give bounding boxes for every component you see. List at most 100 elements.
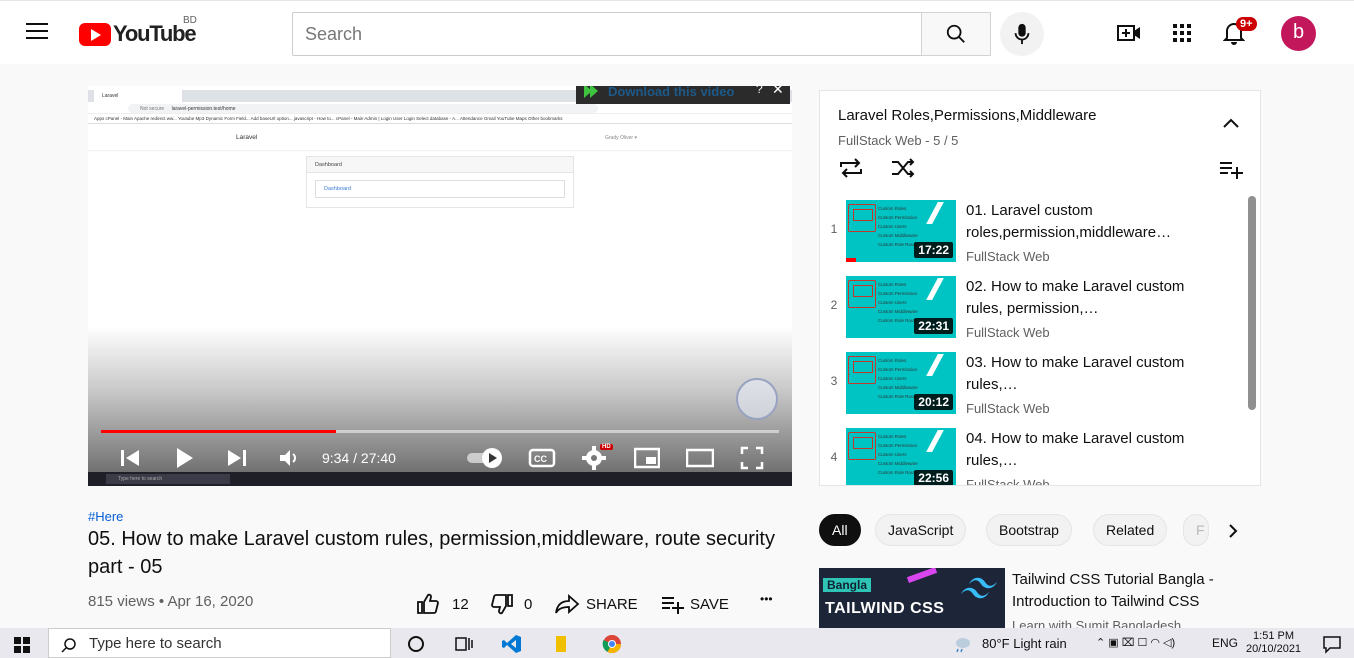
recorded-taskbar: Type here to search: [88, 472, 792, 486]
playlist-item-thumbnail[interactable]: Custom Roles Custom Permission Custom User…: [846, 276, 956, 338]
weather-rain-icon[interactable]: [952, 634, 972, 654]
filter-chip[interactable]: Related: [1093, 514, 1168, 546]
chrome-icon[interactable]: [602, 634, 622, 654]
weather-text[interactable]: 80°F Light rain: [982, 636, 1067, 651]
playlist-item[interactable]: 4 Custom Roles Custom Permission Custom Us…: [820, 420, 1248, 485]
video-title: 05. How to make Laravel custom rules, pe…: [88, 528, 775, 578]
playlist-panel: Laravel Roles,Permissions,Middleware Ful…: [819, 90, 1261, 486]
playlist-item-watched-bar: [846, 258, 856, 262]
voice-search-button[interactable]: [1000, 12, 1044, 56]
youtube-logo[interactable]: YouTube: [79, 21, 197, 47]
windows-start-icon[interactable]: [14, 637, 30, 653]
taskbar-search-box[interactable]: Type here to search: [48, 628, 391, 658]
avatar[interactable]: b: [1281, 16, 1316, 51]
next-icon[interactable]: [225, 446, 249, 470]
vscode-icon[interactable]: [502, 634, 522, 654]
like-count: 12: [452, 595, 469, 613]
video-player[interactable]: Laravel Not secure laravel-permission.te…: [88, 86, 792, 486]
shuffle-icon[interactable]: [890, 157, 916, 179]
youtube-play-icon: [79, 22, 111, 46]
playlist-save-icon[interactable]: [1218, 159, 1244, 179]
playlist-item-index: 3: [830, 374, 838, 388]
thumb-line: Custom Users: [878, 376, 907, 381]
miniplayer-icon[interactable]: [634, 446, 660, 470]
dislike-button[interactable]: 0: [490, 592, 532, 616]
thumb-line: Custom Role Route: [878, 470, 918, 475]
thumb-line: Custom Middleware: [878, 461, 918, 466]
playlist-item-title[interactable]: 01. Laravel custom roles,permission,midd…: [966, 200, 1196, 244]
thumb-line: Custom Permission: [878, 367, 918, 372]
captions-icon[interactable]: CC: [528, 446, 556, 470]
filter-chip[interactable]: Bootstrap: [986, 514, 1072, 546]
file-explorer-icon[interactable]: [552, 634, 572, 654]
playlist-item[interactable]: 1 Custom Roles Custom Permission Custom Us…: [820, 192, 1248, 268]
notification-center-icon[interactable]: [1322, 634, 1342, 654]
chips-next-chevron-icon[interactable]: [1226, 522, 1240, 540]
language-indicator[interactable]: ENG: [1212, 636, 1238, 650]
playlist-item-thumbnail[interactable]: Custom Roles Custom Permission Custom User…: [846, 200, 956, 262]
filter-chip[interactable]: JavaScript: [875, 514, 967, 546]
apps-grid-icon[interactable]: [1168, 19, 1196, 47]
clock-date: 20/10/2021: [1246, 643, 1302, 655]
download-help-button[interactable]: ?: [756, 86, 763, 96]
download-close-icon[interactable]: ✕: [772, 86, 784, 98]
playlist-item-title[interactable]: 02. How to make Laravel custom rules, pe…: [966, 276, 1196, 320]
playlist-item[interactable]: 3 Custom Roles Custom Permission Custom Us…: [820, 344, 1248, 420]
download-video-bar[interactable]: Download this video ? ✕: [576, 86, 790, 104]
recorded-app-brand: Laravel: [236, 134, 258, 141]
save-label: SAVE: [690, 595, 729, 613]
search-button[interactable]: [921, 12, 991, 56]
taskbar-clock[interactable]: 1:51 PM 20/10/2021: [1246, 630, 1301, 656]
search-input[interactable]: Search: [292, 12, 922, 56]
volume-icon[interactable]: [277, 446, 301, 470]
related-video-title[interactable]: Tailwind CSS Tutorial Bangla - Introduct…: [1012, 569, 1242, 613]
playlist-header: Laravel Roles,Permissions,Middleware Ful…: [820, 91, 1260, 192]
more-actions-button[interactable]: •••: [760, 592, 773, 606]
windows-taskbar: Type here to search 80°F Light rain ⌃ ▣ …: [0, 628, 1354, 658]
tailwind-logo-icon: [961, 577, 997, 599]
playlist-scrollbar[interactable]: [1248, 196, 1256, 410]
collapse-chevron-icon[interactable]: [1222, 117, 1240, 129]
related-video-thumbnail[interactable]: Bangla TAILWIND CSS: [819, 568, 1005, 628]
task-view-icon[interactable]: [454, 634, 474, 654]
like-button[interactable]: 12: [416, 592, 469, 616]
filter-chip[interactable]: All: [819, 514, 861, 546]
country-code: BD: [183, 15, 197, 26]
autoplay-toggle-icon[interactable]: [466, 446, 506, 470]
play-icon[interactable]: [172, 446, 196, 470]
channel-watermark[interactable]: [736, 378, 778, 420]
playlist-item-title[interactable]: 04. How to make Laravel custom rules,…: [966, 428, 1196, 472]
playlist-item-channel: FullStack Web: [966, 325, 1050, 340]
previous-icon[interactable]: [118, 446, 142, 470]
tray-icons[interactable]: ⌃ ▣ ⌧ ☐ ◠ ◁): [1096, 636, 1175, 649]
recorded-url-field: Not secure laravel-permission.test/home: [128, 104, 598, 113]
thumb-line: Custom Roles: [878, 434, 907, 439]
download-video-link[interactable]: Download this video: [608, 86, 734, 99]
playlist-item-thumbnail[interactable]: Custom Roles Custom Permission Custom User…: [846, 428, 956, 485]
playlist-item-index: 1: [830, 222, 838, 236]
playlist-item-title[interactable]: 03. How to make Laravel custom rules,…: [966, 352, 1196, 396]
thumb-line: Custom Role Route: [878, 318, 918, 323]
theater-mode-icon[interactable]: [686, 446, 714, 470]
cortana-icon[interactable]: [406, 634, 426, 654]
fullscreen-icon[interactable]: [740, 446, 764, 470]
hashtag-link[interactable]: #Here: [88, 509, 123, 524]
filter-chip[interactable]: F: [1183, 514, 1209, 546]
thumb-line: Custom Middleware: [878, 309, 918, 314]
playlist-item-channel: FullStack Web: [966, 249, 1050, 264]
menu-icon[interactable]: [26, 23, 52, 43]
progress-bar[interactable]: [101, 430, 779, 433]
thumb-slash-decor: [926, 278, 944, 300]
save-button[interactable]: SAVE: [660, 592, 729, 616]
notification-count-badge: 9+: [1236, 17, 1257, 31]
url-text: laravel-permission.test/home: [171, 106, 236, 112]
playlist-item[interactable]: 2 Custom Roles Custom Permission Custom Us…: [820, 268, 1248, 344]
views-date: 815 views • Apr 16, 2020: [88, 593, 254, 610]
playlist-title[interactable]: Laravel Roles,Permissions,Middleware: [838, 107, 1096, 124]
create-video-icon[interactable]: [1115, 19, 1143, 47]
time-display: 9:34 / 27:40: [322, 450, 396, 466]
taskbar-search-text: Type here to search: [89, 635, 222, 652]
loop-icon[interactable]: [838, 157, 864, 179]
share-button[interactable]: SHARE: [554, 592, 638, 616]
playlist-item-thumbnail[interactable]: Custom Roles Custom Permission Custom User…: [846, 352, 956, 414]
